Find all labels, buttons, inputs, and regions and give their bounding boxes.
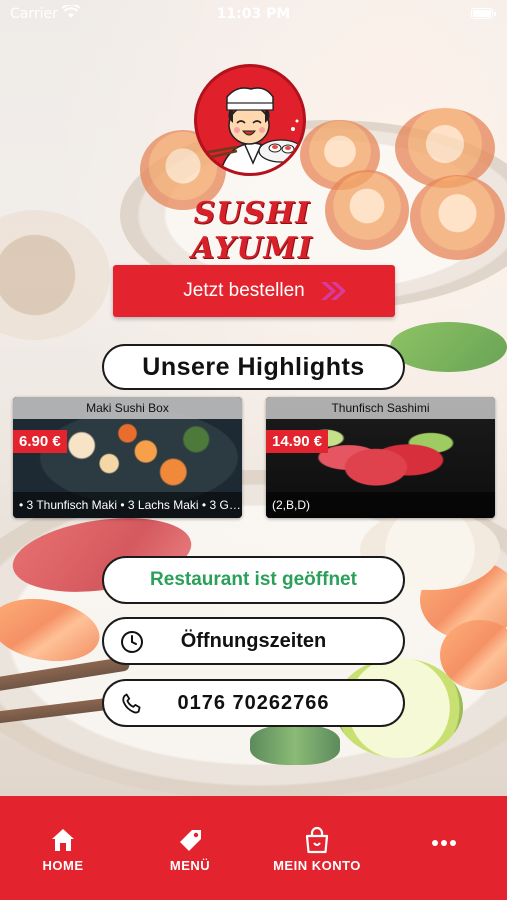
highlight-card-thunfisch-sashimi[interactable]: Thunfisch Sashimi 14.90 € (2,B,D) <box>266 397 495 518</box>
tab-more[interactable] <box>384 838 504 852</box>
double-chevron-right-icon <box>320 282 346 300</box>
brand-wordmark: SUSHI AYUMI <box>191 196 313 266</box>
tab-my-account-label: MEIN KONTO <box>273 858 361 873</box>
tab-menu-label: MENÜ <box>169 858 211 873</box>
tag-icon <box>180 830 201 851</box>
tab-menu[interactable]: MENÜ <box>130 826 250 873</box>
tab-home-label: HOME <box>42 858 84 873</box>
home-icon <box>52 829 74 851</box>
more-icon <box>432 840 456 846</box>
clock-icon <box>121 631 143 653</box>
highlight-card-price: 6.90 € <box>13 430 67 453</box>
order-now-button[interactable]: Jetzt bestellen <box>113 265 395 317</box>
battery-icon <box>471 8 496 19</box>
logo-mascot <box>194 64 306 176</box>
highlight-card-maki-sushi-box[interactable]: Maki Sushi Box 6.90 € • 3 Thunfisch Maki… <box>13 397 242 518</box>
highlight-card-title: Thunfisch Sashimi <box>266 397 495 419</box>
brand-logo <box>194 64 306 188</box>
order-now-label: Jetzt bestellen <box>183 280 305 301</box>
status-bar: Carrier 11:03 PM <box>0 0 507 28</box>
highlight-card-price: 14.90 € <box>266 430 329 453</box>
shopping-bag-icon <box>305 826 329 854</box>
opening-hours-label: Öffnungszeiten <box>180 629 327 652</box>
highlight-card-description: (2,B,D) <box>266 492 495 518</box>
phone-call-button[interactable]: 0176 70262766 <box>102 679 405 727</box>
status-time: 11:03 PM <box>216 6 291 22</box>
tab-my-account[interactable]: MEIN KONTO <box>257 826 377 873</box>
phone-icon <box>122 693 141 714</box>
restaurant-open-status: Restaurant ist geöffnet <box>102 556 405 604</box>
highlight-card-title: Maki Sushi Box <box>13 397 242 419</box>
bottom-tab-bar: HOME MENÜ MEIN KONTO <box>0 796 507 900</box>
restaurant-open-label: Restaurant ist geöffnet <box>150 569 357 590</box>
highlight-card-description: • 3 Thunfisch Maki • 3 Lachs Maki • 3 Gu… <box>13 492 242 518</box>
opening-hours-button[interactable]: Öffnungszeiten <box>102 617 405 665</box>
tab-home[interactable]: HOME <box>3 826 123 873</box>
highlights-title: Unsere Highlights <box>142 352 365 381</box>
phone-number: 0176 70262766 <box>177 691 330 714</box>
highlights-heading: Unsere Highlights <box>102 344 405 390</box>
